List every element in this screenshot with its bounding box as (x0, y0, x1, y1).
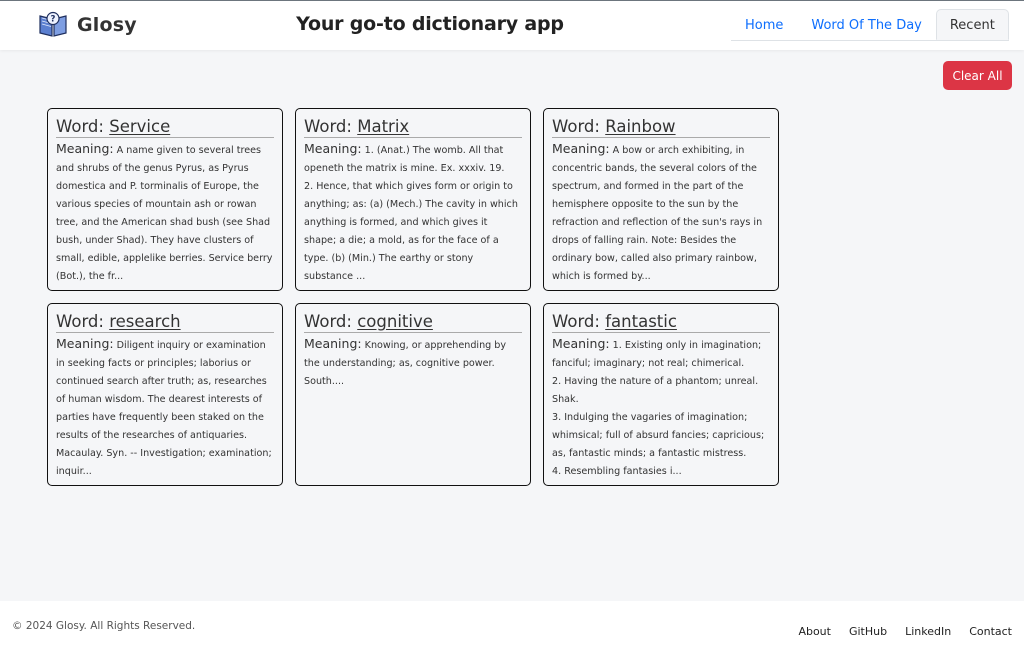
word-card: Word: fantastic Meaning: 1. Existing onl… (543, 303, 779, 486)
word-card-title: Word: fantastic (552, 312, 770, 333)
word-card: Word: Matrix Meaning: 1. (Anat.) The wom… (295, 108, 531, 291)
word-label: Word: (304, 312, 352, 331)
word-label: Word: (552, 117, 600, 136)
meaning-text: A name given to several trees and shrubs… (56, 145, 273, 282)
word-card-title: Word: Service (56, 117, 274, 138)
word-meaning: Meaning: 1. (Anat.) The womb. All that o… (304, 140, 522, 286)
word-link[interactable]: fantastic (605, 312, 677, 331)
word-label: Word: (56, 312, 104, 331)
meaning-label: Meaning: (56, 141, 114, 156)
meaning-label: Meaning: (56, 336, 114, 351)
word-label: Word: (304, 117, 352, 136)
word-link[interactable]: cognitive (357, 312, 433, 331)
word-meaning: Meaning: Knowing, or apprehending by the… (304, 335, 522, 391)
word-label: Word: (552, 312, 600, 331)
footer-link-linkedin[interactable]: LinkedIn (905, 625, 951, 638)
meaning-text: 1. Existing only in imagination; fancifu… (552, 340, 765, 477)
footer-links: About GitHub LinkedIn Contact (798, 625, 1012, 638)
word-card: Word: research Meaning: Diligent inquiry… (47, 303, 283, 486)
word-card: Word: cognitive Meaning: Knowing, or app… (295, 303, 531, 486)
footer-link-contact[interactable]: Contact (969, 625, 1012, 638)
word-label: Word: (56, 117, 104, 136)
word-link[interactable]: Rainbow (605, 117, 675, 136)
word-link[interactable]: Matrix (357, 117, 409, 136)
meaning-text: 1. (Anat.) The womb. All that openeth th… (304, 145, 518, 282)
word-link[interactable]: research (109, 312, 180, 331)
tab-recent[interactable]: Recent (935, 9, 1009, 40)
word-meaning: Meaning: A name given to several trees a… (56, 140, 274, 286)
word-card-title: Word: Rainbow (552, 117, 770, 138)
meaning-label: Meaning: (304, 141, 362, 156)
footer-link-github[interactable]: GitHub (849, 625, 887, 638)
meaning-label: Meaning: (552, 336, 610, 351)
word-link[interactable]: Service (109, 117, 170, 136)
navbar: ? Glosy Your go-to dictionary app Home W… (0, 0, 1024, 50)
meaning-label: Meaning: (304, 336, 362, 351)
tab-home[interactable]: Home (731, 9, 797, 40)
footer-link-about[interactable]: About (798, 625, 831, 638)
tab-word-of-the-day[interactable]: Word Of The Day (797, 9, 935, 40)
recent-words-grid: Word: Service Meaning: A name given to s… (47, 108, 779, 486)
word-card-title: Word: research (56, 312, 274, 333)
footer: © 2024 Glosy. All Rights Reserved. About… (0, 601, 1024, 650)
copyright: © 2024 Glosy. All Rights Reserved. (12, 620, 196, 632)
nav-tabs: Home Word Of The Day Recent (731, 9, 1009, 41)
word-card-title: Word: Matrix (304, 117, 522, 138)
word-meaning: Meaning: Diligent inquiry or examination… (56, 335, 274, 481)
word-card-title: Word: cognitive (304, 312, 522, 333)
meaning-label: Meaning: (552, 141, 610, 156)
word-card: Word: Rainbow Meaning: A bow or arch exh… (543, 108, 779, 291)
word-meaning: Meaning: A bow or arch exhibiting, in co… (552, 140, 770, 286)
word-card: Word: Service Meaning: A name given to s… (47, 108, 283, 291)
meaning-text: Diligent inquiry or examination in seeki… (56, 340, 272, 477)
clear-all-button[interactable]: Clear All (943, 61, 1012, 90)
meaning-text: A bow or arch exhibiting, in concentric … (552, 145, 763, 282)
word-meaning: Meaning: 1. Existing only in imagination… (552, 335, 770, 481)
